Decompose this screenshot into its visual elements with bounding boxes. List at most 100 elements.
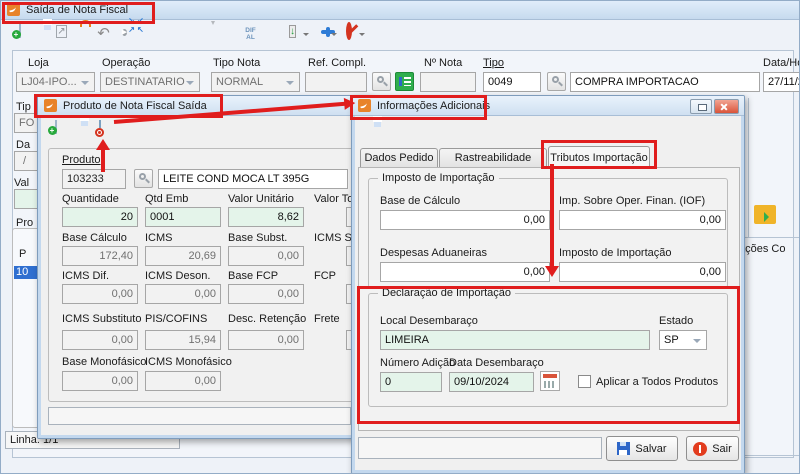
desc-retencao-field: 0,00 [228,330,304,350]
calendar-icon[interactable] [540,371,560,391]
produto-bottom-strip [48,407,351,425]
valor-unitario-label: Valor Unitário [228,193,294,205]
estado-label: Estado [659,315,693,327]
capsule-button[interactable] [178,25,197,44]
salvar-button[interactable]: Salvar [606,436,678,461]
connector-dropdown-caret[interactable] [331,33,337,39]
local-desembaraco-field[interactable]: LIMEIRA [380,330,650,350]
produto-label[interactable]: Produto [62,154,101,166]
info-status-strip [358,437,602,459]
right-strip-line [737,237,800,238]
left-tipo-field: FO [14,113,39,133]
produto-codigo-field[interactable]: 103233 [62,169,126,189]
import-dropdown-caret[interactable] [303,33,309,39]
selected-product-row[interactable]: 10 [14,266,37,279]
main-window-title: Saída de Nota Fiscal [26,4,128,16]
left-tipo-label: Tip [16,101,31,113]
tipo-nota-select[interactable]: NORMAL [211,72,300,92]
info-save-button[interactable] [361,122,380,141]
qtd-emb-field[interactable]: 0001 [145,207,221,227]
close-button[interactable] [714,99,739,114]
base-fcp-label: Base FCP [228,270,278,282]
tools-wrench-button[interactable] [73,25,92,44]
partial-tab-label: ações Co [739,243,799,255]
left-data-field: / [14,151,39,171]
difal-button[interactable]: DIFAL [241,25,260,46]
no-nota-label: Nº Nota [424,57,462,69]
base-fcp-field: 0,00 [228,284,304,304]
restore-button[interactable] [690,99,712,114]
base-calculo-ii-field[interactable]: 0,00 [380,210,550,230]
export-button[interactable]: ↗ [52,25,71,44]
info-window-title: Informações Adicionais [377,100,490,112]
produto-titlebar: Produto de Nota Fiscal Saída [38,96,370,116]
valor-unitario-field[interactable]: 8,62 [228,207,304,227]
info-window: Informações Adicionais Dados Pedido Rast… [351,95,745,474]
no-nota-field[interactable] [420,72,476,92]
quantidade-field[interactable]: 20 [62,207,138,227]
flag-button[interactable] [157,25,176,44]
ref-compl-field[interactable] [305,72,367,92]
tipo-search-icon[interactable] [547,72,566,91]
data-hora-field[interactable]: 27/11/20 [763,72,800,92]
ref-compl-search-icon[interactable] [372,72,391,91]
tipo-code-field[interactable]: 0049 [483,72,541,92]
imposto-importacao-field[interactable]: 0,00 [559,262,726,282]
icms-substituto-field: 0,00 [62,330,138,350]
produto-search-icon[interactable] [134,169,153,188]
left-data-label: Da [16,139,30,151]
produto-info-adicionais-button[interactable] [90,121,109,140]
aplicar-todos-checkbox[interactable] [578,375,591,388]
export-xml-icon[interactable] [754,205,776,224]
new-document-button[interactable]: + [10,25,29,44]
data-desembaraco-field[interactable]: 09/10/2024 [449,372,534,392]
cancel-dropdown-caret[interactable] [359,33,365,39]
icms-substituto-label: ICMS Substituto [62,313,141,325]
numero-adicao-label: Número Adição [380,357,455,369]
icms-deson-field: 0,00 [145,284,221,304]
tab-rastreabilidade-produto[interactable]: Rastreabilidade Produto [439,148,547,168]
quantidade-label: Quantidade [62,193,119,205]
undo-button[interactable]: ↶ [94,25,113,44]
operacao-select[interactable]: DESTINATARIO [100,72,200,92]
tipo-label[interactable]: Tipo [483,57,504,69]
produto-window-icon [44,99,57,112]
import-button[interactable]: ↓ [283,25,302,44]
main-titlebar: Saída de Nota Fiscal [0,0,800,20]
icms-dif-field: 0,00 [62,284,138,304]
numero-adicao-field[interactable]: 0 [380,372,442,392]
produto-save-button[interactable] [68,121,87,140]
document-button[interactable] [262,25,281,44]
save-button[interactable] [31,25,50,44]
left-valor-label: Val [14,177,29,189]
produto-window-title: Produto de Nota Fiscal Saída [63,100,207,112]
salvar-button-label: Salvar [635,443,666,455]
qtd-emb-label: Qtd Emb [145,193,188,205]
base-monofasico-field: 0,00 [62,371,138,391]
imposto-group-title: Imposto de Importação [378,172,499,184]
declaracao-group-title: Declaração de Importação [378,287,515,299]
operacao-label: Operação [102,57,150,69]
ref-list-icon[interactable] [395,72,414,91]
bottom-right-line [737,455,800,456]
pis-cofins-field: 15,94 [145,330,221,350]
local-desembaraco-label: Local Desembaraço [380,315,478,327]
database-button[interactable] [220,25,239,44]
icms-deson-label: ICMS Deson. [145,270,210,282]
tab-tributos-importacao[interactable]: Tributos Importação [548,146,650,169]
iof-label: Imp. Sobre Oper. Finan. (IOF) [559,195,705,207]
fcp-label: FCP [314,270,336,282]
connector-button[interactable] [311,25,330,44]
base-monofasico-label: Base Monofásico [62,356,146,368]
sair-button[interactable]: Sair [686,436,739,461]
cancel-button[interactable] [339,25,358,44]
loja-select[interactable]: LJ04-IPO... [16,72,95,92]
comment-button[interactable] [199,25,218,44]
produto-new-button[interactable]: + [46,121,65,140]
icms-label: ICMS [145,232,173,244]
estado-select[interactable]: SP [659,330,707,350]
tab-dados-pedido[interactable]: Dados Pedido [360,148,438,168]
data-hora-label: Data/Hor [763,57,800,69]
despesas-aduaneiras-field[interactable]: 0,00 [380,262,550,282]
iof-field[interactable]: 0,00 [559,210,726,230]
